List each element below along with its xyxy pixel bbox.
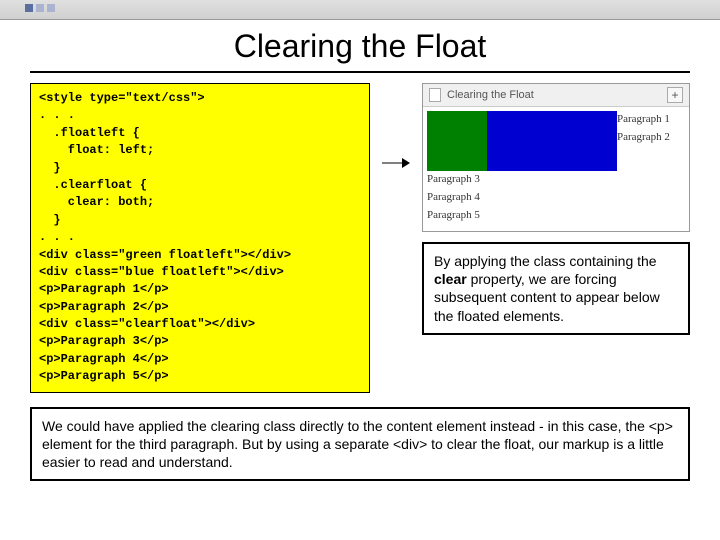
float-row: Paragraph 1 Paragraph 2 (427, 111, 685, 171)
code-line: float: left; (39, 143, 154, 157)
explanation-box: By applying the class containing the cle… (422, 242, 690, 335)
browser-preview: Clearing the Float + Paragraph 1 Paragra… (422, 83, 690, 232)
browser-body: Paragraph 1 Paragraph 2 Paragraph 3 Para… (423, 107, 689, 231)
code-line: <div class="green floatleft"></div> (39, 248, 291, 262)
title-underline (30, 71, 690, 73)
blue-box (487, 111, 617, 171)
code-line: . . . (39, 230, 75, 244)
code-line: <p>Paragraph 5</p> (39, 369, 169, 383)
code-line: . . . (39, 108, 75, 122)
code-line: <div class="clearfloat"></div> (39, 317, 255, 331)
browser-tab-label: Clearing the Float (447, 89, 534, 101)
code-line: <div class="blue floatleft"></div> (39, 265, 284, 279)
preview-paragraph: Paragraph 3 (427, 173, 685, 185)
slide-topbar (0, 0, 720, 20)
code-line: <p>Paragraph 4</p> (39, 352, 169, 366)
code-line: .clearfloat { (39, 178, 147, 192)
code-line: } (39, 161, 61, 175)
code-line: <p>Paragraph 1</p> (39, 282, 169, 296)
explain-text: property, we are forcing subsequent cont… (434, 271, 660, 323)
browser-tabbar: Clearing the Float + (423, 84, 689, 107)
new-tab-button[interactable]: + (667, 87, 683, 103)
code-line: <p>Paragraph 3</p> (39, 334, 169, 348)
code-line: clear: both; (39, 195, 154, 209)
explain-bold: clear (434, 271, 467, 287)
page-icon (429, 88, 441, 102)
content-row: <style type="text/css"> . . . .floatleft… (0, 83, 720, 393)
code-line: <p>Paragraph 2</p> (39, 300, 169, 314)
code-box: <style type="text/css"> . . . .floatleft… (30, 83, 370, 393)
code-line: .floatleft { (39, 126, 140, 140)
code-line: <style type="text/css"> (39, 91, 205, 105)
preview-paragraph: Paragraph 5 (427, 209, 685, 221)
green-box (427, 111, 487, 171)
preview-paragraph: Paragraph 4 (427, 191, 685, 203)
corner-decoration (25, 4, 55, 12)
explain-text: By applying the class containing the (434, 253, 657, 269)
bottom-note: We could have applied the clearing class… (30, 407, 690, 482)
slide-title: Clearing the Float (0, 28, 720, 65)
code-line: } (39, 213, 61, 227)
arrow-right (382, 83, 410, 173)
right-column: Clearing the Float + Paragraph 1 Paragra… (422, 83, 690, 335)
